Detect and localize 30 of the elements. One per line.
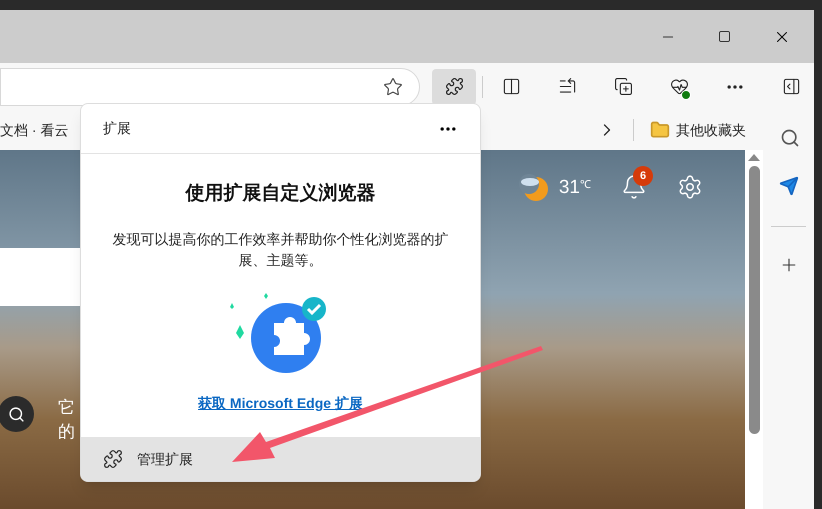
address-field[interactable] [0, 68, 420, 106]
popup-heading: 使用扩展自定义浏览器 [186, 182, 376, 206]
temperature-text: 31$^{℃}$ [558, 176, 591, 200]
search-icon[interactable] [8, 406, 24, 422]
puzzle-icon[interactable] [103, 449, 123, 469]
scrollbar-thumb[interactable] [748, 166, 760, 434]
notification-badge: 6 [633, 166, 653, 186]
popup-description: 发现可以提高你的工作效率并帮助你个性化浏览器的扩展、主题等。 [112, 230, 450, 270]
scroll-up-icon[interactable] [748, 154, 760, 161]
collections-icon[interactable] [614, 77, 632, 96]
maximize-icon[interactable] [718, 30, 731, 43]
puzzle-icon[interactable] [444, 77, 464, 96]
caption-text: 它 [58, 397, 75, 419]
popup-title: 扩展 [103, 119, 131, 138]
manage-extensions-button[interactable]: 管理扩展 [81, 437, 480, 481]
search-button[interactable] [0, 396, 34, 432]
moon-cloud-icon [518, 174, 549, 202]
bookmark-folder[interactable]: 其他收藏夹 [650, 120, 746, 140]
settings-icon[interactable] [677, 174, 703, 200]
heart-pulse-icon[interactable] [670, 77, 688, 96]
get-extensions-link[interactable]: 获取 Microsoft Edge 扩展 [198, 392, 363, 414]
caption-text: 的 [58, 421, 75, 443]
split-screen-icon[interactable] [502, 77, 520, 96]
sidebar-icon[interactable] [782, 77, 800, 96]
extensions-button[interactable] [432, 68, 476, 104]
bookmark-link[interactable]: 文档 · 看云 [0, 120, 68, 140]
scrollbar[interactable] [745, 150, 763, 509]
favorite-star-icon[interactable] [383, 76, 403, 96]
paper-plane-icon[interactable] [778, 176, 798, 196]
search-icon[interactable] [780, 128, 800, 148]
